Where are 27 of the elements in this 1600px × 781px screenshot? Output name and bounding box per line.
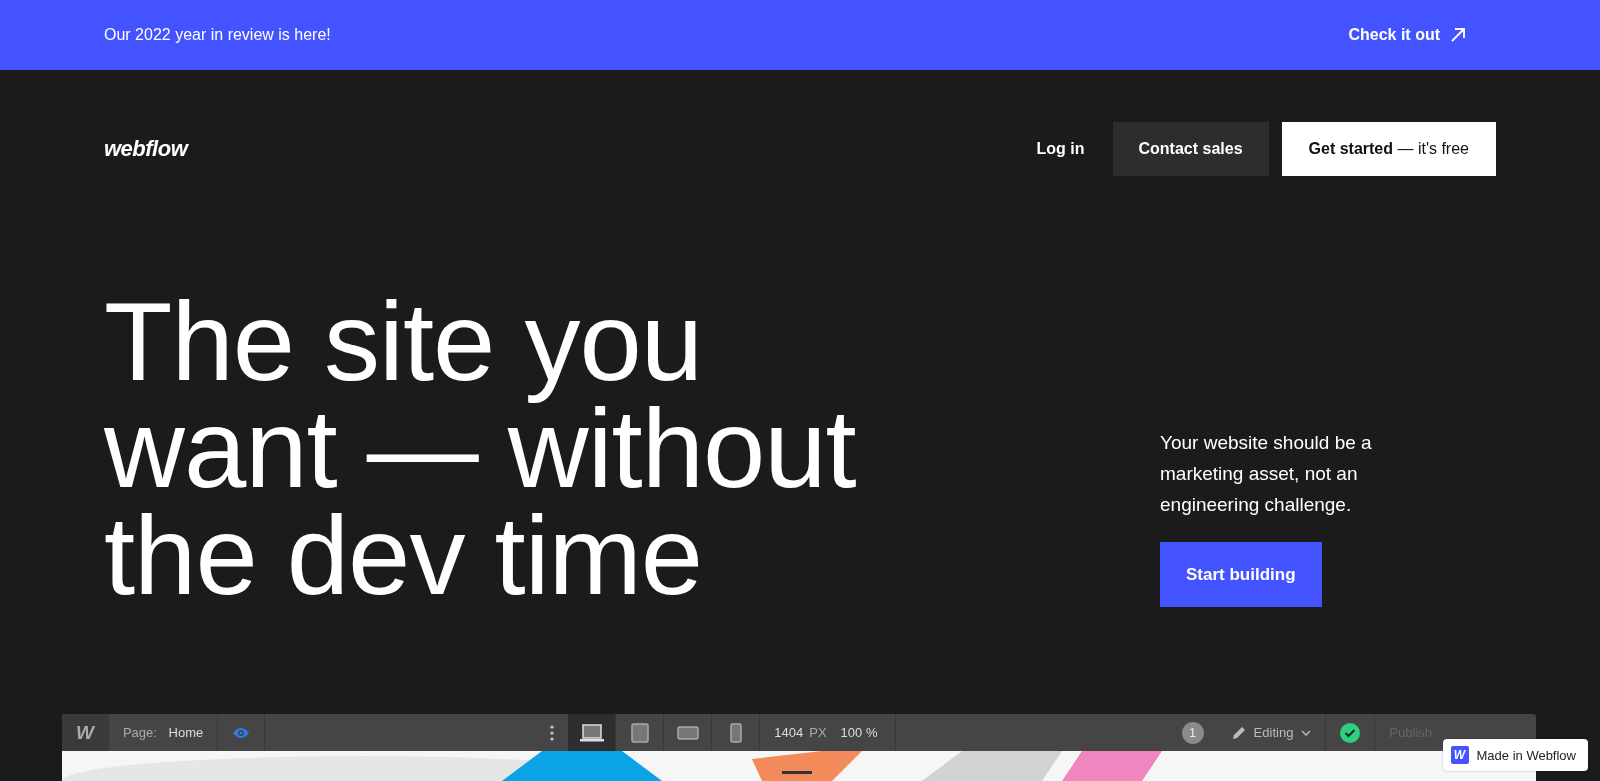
login-link[interactable]: Log in [1036, 140, 1085, 158]
banner-text: Our 2022 year in review is here! [104, 26, 331, 44]
check-it-out-link[interactable]: Check it out [1348, 26, 1466, 44]
get-started-button[interactable]: Get started — it's free [1281, 122, 1496, 176]
logo[interactable]: webflow [104, 136, 188, 162]
caret-icon [1301, 729, 1312, 736]
pencil-icon [1231, 725, 1246, 740]
headline: The site you want — without the dev time [104, 288, 856, 609]
contact-sales-button[interactable]: Contact sales [1112, 122, 1269, 176]
more-icon[interactable] [550, 724, 555, 741]
made-in-webflow-badge[interactable]: W Made in Webflow [1442, 739, 1588, 771]
device-button[interactable] [568, 714, 617, 751]
tablet-landscape-icon [676, 725, 699, 740]
laptop-icon [579, 723, 604, 742]
zoom-level: 100 % [840, 725, 878, 740]
start-building-button[interactable]: Start building [1160, 542, 1322, 607]
arrow-icon [1450, 27, 1466, 43]
phone-icon [729, 722, 742, 743]
check-icon [1340, 722, 1361, 743]
canvas-width: 1404 [774, 725, 804, 740]
hero-subtext: Your website should be a marketing asset, not an engineering challenge. [1160, 431, 1373, 517]
webflow-logo-icon: W [1450, 746, 1469, 764]
badge-text: Made in Webflow [1476, 747, 1576, 763]
tablet-icon [630, 722, 649, 743]
width-unit: PX [809, 725, 827, 740]
designer-logo[interactable]: W [62, 714, 109, 751]
preview-eye-icon[interactable] [232, 725, 251, 740]
